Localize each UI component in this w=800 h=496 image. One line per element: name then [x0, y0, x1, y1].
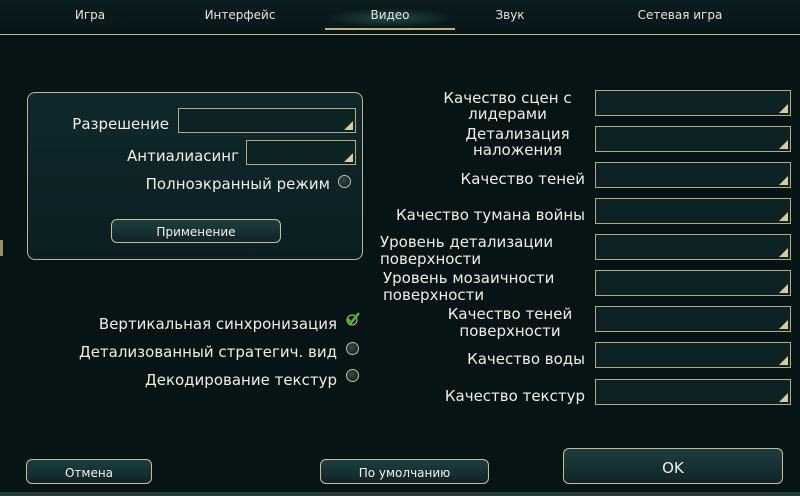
- tab-multiplayer[interactable]: Сетевая игра: [600, 8, 760, 28]
- fullscreen-checkbox[interactable]: [338, 175, 351, 188]
- water-quality-label: Качество воды: [467, 350, 585, 368]
- terrain-shadow-quality-dropdown[interactable]: [595, 306, 791, 332]
- apply-button-label: Применение: [156, 225, 236, 239]
- ok-button[interactable]: OK: [563, 448, 783, 484]
- terrain-tessellation-label: Уровень мозаичности поверхности: [383, 269, 555, 304]
- tab-bar: Игра Интерфейс Видео Звук Сетевая игра: [0, 0, 800, 35]
- terrain-shadow-quality-label: Качество теней поверхности: [447, 305, 573, 340]
- strategic-view-label: Детализованный стратегич. вид: [78, 343, 337, 361]
- vsync-checkbox[interactable]: [346, 312, 360, 326]
- leader-scene-quality-label: Качество сцен с лидерами: [443, 89, 572, 123]
- resolution-dropdown[interactable]: [178, 108, 356, 133]
- fog-of-war-quality-dropdown[interactable]: [595, 198, 791, 224]
- defaults-button[interactable]: По умолчанию: [320, 459, 489, 484]
- tab-interface[interactable]: Интерфейс: [180, 8, 300, 28]
- tab-game[interactable]: Игра: [40, 8, 140, 28]
- texture-decoding-label: Декодирование текстур: [145, 371, 337, 389]
- antialiasing-dropdown[interactable]: [246, 140, 356, 165]
- terrain-detail-label: Уровень детализации поверхности: [380, 233, 554, 268]
- strategic-view-checkbox[interactable]: [346, 342, 359, 355]
- terrain-detail-dropdown[interactable]: [595, 234, 791, 260]
- fullscreen-label: Полноэкранный режим: [145, 175, 330, 193]
- leader-scene-quality-dropdown[interactable]: [595, 90, 791, 116]
- texture-quality-label: Качество текстур: [444, 387, 585, 405]
- shadow-quality-label: Качество теней: [460, 170, 585, 188]
- defaults-button-label: По умолчанию: [358, 466, 451, 480]
- texture-quality-dropdown[interactable]: [595, 379, 791, 405]
- left-edge-ornament: [0, 240, 3, 256]
- shadow-quality-dropdown[interactable]: [595, 162, 791, 188]
- vsync-label: Вертикальная синхронизация: [98, 315, 337, 333]
- tab-video[interactable]: Видео: [325, 8, 455, 30]
- overlay-detail-label: Детализация наложения: [465, 125, 570, 159]
- water-quality-dropdown[interactable]: [595, 342, 791, 368]
- cancel-button[interactable]: Отмена: [26, 459, 152, 484]
- antialiasing-label: Антиалиасинг: [127, 147, 239, 165]
- ok-button-label: OK: [662, 459, 684, 477]
- cancel-button-label: Отмена: [64, 466, 114, 480]
- tab-sound[interactable]: Звук: [470, 8, 550, 28]
- bottom-frame: [0, 492, 800, 496]
- terrain-tessellation-dropdown[interactable]: [595, 270, 791, 296]
- display-settings-panel: Разрешение Антиалиасинг Полноэкранный ре…: [27, 92, 363, 260]
- fog-of-war-quality-label: Качество тумана войны: [395, 206, 585, 224]
- resolution-label: Разрешение: [72, 115, 169, 133]
- overlay-detail-dropdown[interactable]: [595, 126, 791, 152]
- apply-button[interactable]: Применение: [111, 219, 281, 243]
- texture-decoding-checkbox[interactable]: [346, 369, 359, 382]
